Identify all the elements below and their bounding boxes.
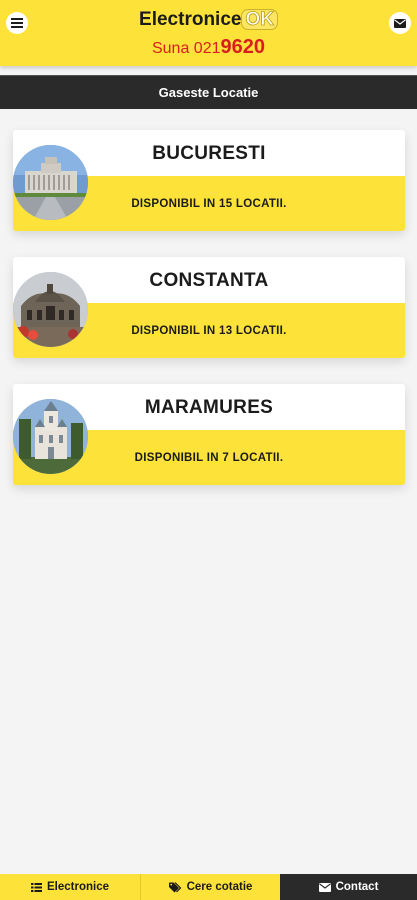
availability-suffix: . — [279, 451, 284, 464]
app-header: Electronice OK Suna 0219620 — [0, 0, 417, 66]
tab-label: Electronice — [47, 881, 109, 893]
phone-number-bold: 9620 — [220, 36, 266, 58]
city-photo-casino — [13, 272, 88, 347]
availability-prefix: DISPONIBIL IN — [131, 324, 220, 337]
tab-cere-cotatie[interactable]: Cere cotatie — [141, 874, 280, 900]
section-title-bar: Gaseste Locatie — [0, 75, 417, 109]
envelope-icon — [318, 882, 331, 892]
availability-suffix: . — [283, 324, 287, 337]
envelope-icon — [394, 18, 406, 28]
list-icon — [31, 882, 42, 892]
brand-name: Electronice — [139, 9, 242, 30]
tab-label: Cere cotatie — [186, 881, 253, 893]
brand-logo: Electronice OK — [0, 9, 417, 31]
availability-count: 13 LOCATII — [219, 324, 284, 337]
location-card-constanta[interactable]: CONSTANTA DISPONIBIL IN 13 LOCATII. — [13, 257, 405, 358]
bottom-tab-bar: Electronice Cere cotatie Contact — [0, 874, 417, 900]
availability-count: 15 LOCATII — [219, 197, 284, 210]
tab-label: Contact — [335, 881, 379, 893]
availability-suffix: . — [283, 197, 287, 210]
tab-electronice[interactable]: Electronice — [0, 874, 141, 900]
city-photo-parliament — [13, 145, 88, 220]
location-card-maramures[interactable]: MARAMURES DISPONIBIL IN 7 LOCATII. — [13, 384, 405, 485]
location-card-bucuresti[interactable]: BUCURESTI DISPONIBIL IN 15 LOCATII. — [13, 130, 405, 231]
availability-prefix: DISPONIBIL IN — [134, 451, 223, 464]
phone-number[interactable]: Suna 0219620 — [0, 36, 417, 59]
tab-contact[interactable]: Contact — [280, 874, 417, 900]
section-title: Gaseste Locatie — [158, 85, 259, 100]
tags-icon — [168, 881, 181, 892]
city-photo-cathedral — [13, 399, 88, 474]
availability-count: 7 LOCATII — [222, 451, 280, 464]
brand-ok-badge: OK — [241, 9, 278, 30]
mail-button[interactable] — [389, 12, 411, 34]
availability-prefix: DISPONIBIL IN — [131, 197, 220, 210]
phone-prefix: Suna 021 — [151, 40, 221, 57]
